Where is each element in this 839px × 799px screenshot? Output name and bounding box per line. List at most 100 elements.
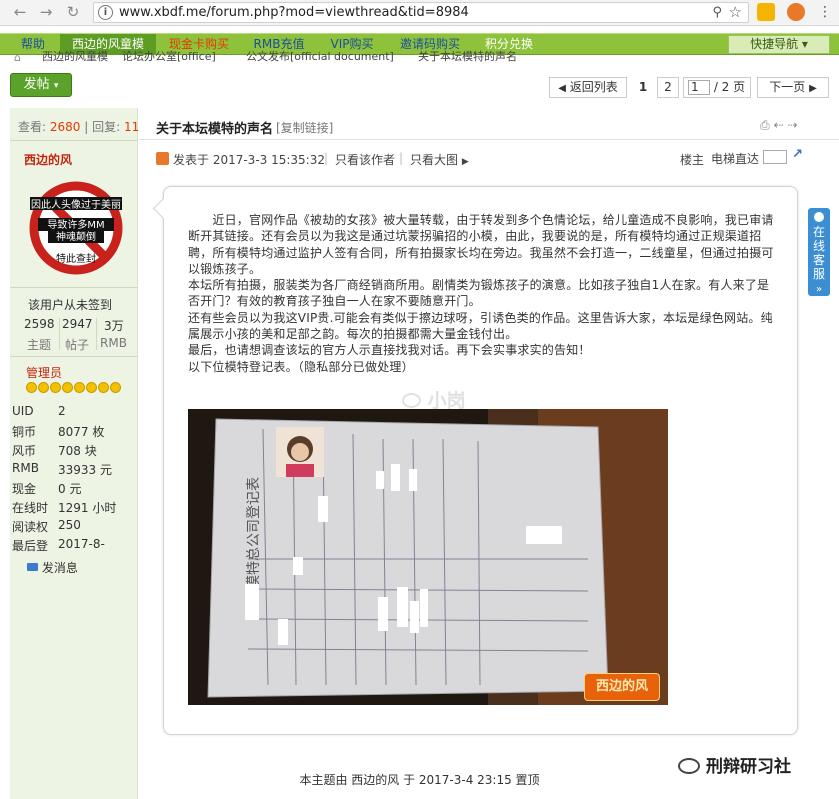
- new-post-button[interactable]: 发帖 ▾: [10, 73, 72, 97]
- bookmark-star-icon[interactable]: ☆: [729, 3, 742, 21]
- avatar-line-3: 神魂颠倒: [56, 230, 96, 243]
- address-bar[interactable]: i www.xbdf.me/forum.php?mod=viewthread&t…: [93, 2, 749, 23]
- detail-label: 在线时: [12, 501, 49, 515]
- replies-label: 回复:: [92, 120, 121, 134]
- detail-label: UID: [12, 404, 34, 418]
- back-to-list-button[interactable]: ◀ 返回列表: [549, 77, 627, 98]
- thread-tools: ⎙⇠⇢: [760, 118, 802, 133]
- registration-form-photo[interactable]: 模特总公司登记表 西边的风: [188, 409, 668, 705]
- big-image-link[interactable]: 只看大图 ▶: [410, 151, 469, 168]
- jump-go-icon[interactable]: ↗: [792, 147, 803, 162]
- detail-label: 阅读权: [12, 520, 49, 534]
- detail-value: 250: [58, 518, 81, 532]
- replies-count: 11: [123, 120, 140, 134]
- checkin-status: 该用户从未签到: [28, 298, 113, 312]
- page-total: / 2 页: [713, 80, 746, 94]
- rank-sun-icon: [62, 382, 73, 393]
- detail-value: 33933 元: [58, 463, 112, 477]
- divider: [59, 318, 60, 350]
- divider: [10, 140, 138, 141]
- rank-sun-icon: [110, 382, 121, 393]
- detail-label: RMB: [12, 461, 39, 475]
- detail-value: 2: [58, 404, 66, 418]
- stat-posts-value[interactable]: 2947: [62, 317, 93, 331]
- form-photo-svg: 模特总公司登记表: [188, 409, 668, 705]
- info-icon[interactable]: i: [98, 5, 113, 20]
- divider: [96, 318, 97, 350]
- divider: [10, 356, 138, 357]
- next-thread-icon[interactable]: ⇢: [788, 118, 802, 132]
- rank-sun-icon: [50, 382, 61, 393]
- copy-link[interactable]: [复制链接]: [276, 119, 333, 136]
- breadcrumb-doc[interactable]: 公文发布[official document]: [246, 48, 394, 62]
- stat-posts-label: 帖子: [65, 338, 90, 352]
- rank-sun-icon: [98, 382, 109, 393]
- online-service-tab[interactable]: 在线客服 »: [808, 208, 830, 296]
- detail-value: 0 元: [58, 482, 82, 496]
- form-title: 模特总公司登记表: [246, 477, 262, 589]
- stat-rmb-label: RMB: [100, 336, 127, 350]
- detail-label: 铜币: [12, 425, 37, 439]
- rank-sun-icon: [26, 382, 37, 393]
- site-logo-badge: 西边的风: [584, 673, 660, 701]
- rank-sun-icon: [86, 382, 97, 393]
- print-icon[interactable]: ⎙: [760, 118, 774, 132]
- forward-arrow-icon[interactable]: →: [36, 3, 56, 21]
- menu-icon[interactable]: ⋮: [818, 4, 832, 20]
- post-body: 近日，官网作品《被劫的女孩》被大量转载，由于转发到多个色情论坛，给儿童造成不良影…: [188, 212, 775, 375]
- browser-toolbar: ← → ↻ i www.xbdf.me/forum.php?mod=viewth…: [0, 0, 839, 26]
- page-jump[interactable]: 1 / 2 页: [683, 77, 751, 98]
- breadcrumb-office[interactable]: 论坛办公室[office]: [122, 48, 216, 62]
- send-message-link[interactable]: 发消息: [27, 559, 78, 576]
- home-icon[interactable]: ⌂: [14, 51, 21, 62]
- detail-value: 708 块: [58, 444, 97, 458]
- page-2[interactable]: 2: [657, 77, 679, 98]
- next-page-button[interactable]: 下一页 ▶: [757, 77, 829, 98]
- post-date: 发表于 2017-3-3 15:35:32: [173, 153, 325, 167]
- envelope-icon: [27, 563, 38, 571]
- wechat-icon: [678, 758, 700, 774]
- post-paragraph: 近日，官网作品《被劫的女孩》被大量转载，由于转发到多个色情论坛，给儿童造成不良影…: [188, 213, 774, 276]
- thread-stats: 查看: 2680 | 回复: 11: [18, 120, 140, 134]
- views-count: 2680: [49, 120, 81, 134]
- meta-divider: |: [399, 151, 404, 165]
- page-input[interactable]: 1: [688, 80, 710, 95]
- post-paragraph: 还有些会员以为我这VIP贵.可能会有类似于擦边球呀，引诱色类的作品。这里告诉大家…: [188, 310, 773, 342]
- views-label: 查看:: [18, 120, 47, 134]
- only-author-link[interactable]: 只看该作者: [335, 151, 395, 168]
- author-name[interactable]: 西边的风: [24, 151, 72, 168]
- online-service-label: 在线客服: [813, 225, 826, 281]
- author-role[interactable]: 管理员: [26, 364, 62, 381]
- wechat-watermark: 刑辩研习社: [678, 752, 828, 777]
- back-arrow-icon[interactable]: ←: [10, 3, 30, 21]
- post-paragraph: 本坛所有拍摄，服装类为各厂商经销商所用。剧情类为锻炼孩子的演意。比如孩子独自1人…: [188, 278, 770, 309]
- avatar-ban-icon: 因此人头像过于美丽 导致许多MM 神魂颠倒 特此查封: [29, 181, 123, 275]
- divider: [10, 287, 138, 288]
- zoom-icon[interactable]: ⚲: [712, 5, 722, 20]
- extension-tea-icon[interactable]: [787, 3, 805, 21]
- new-post-label: 发帖: [23, 77, 50, 92]
- avatar-line-4: 特此查封: [56, 252, 96, 265]
- prev-thread-icon[interactable]: ⇠: [774, 118, 788, 132]
- wechat-account-name: 刑辩研习社: [706, 757, 791, 777]
- stat-rmb-value[interactable]: 3万: [104, 317, 124, 334]
- extension-grid-icon[interactable]: [757, 3, 775, 21]
- rank-stars: [26, 382, 121, 394]
- thread-title: 关于本坛模特的声名: [156, 122, 274, 137]
- jump-label: 电梯直达: [711, 152, 760, 166]
- jump-floor-input[interactable]: [763, 150, 787, 164]
- detail-label: 风币: [12, 444, 37, 458]
- detail-label: 现金: [12, 482, 37, 496]
- page-1[interactable]: 1: [632, 77, 654, 98]
- reload-icon[interactable]: ↻: [63, 3, 83, 21]
- weibo-icon: [402, 393, 421, 408]
- meta-divider: |: [324, 151, 329, 165]
- floor-label: 楼主: [680, 153, 705, 167]
- big-image-label: 只看大图: [410, 153, 459, 167]
- avatar-line-1: 因此人头像过于美丽: [31, 198, 121, 211]
- detail-value: 1291 小时: [58, 501, 117, 515]
- stat-threads-value[interactable]: 2598: [24, 317, 55, 331]
- avatar[interactable]: 因此人头像过于美丽 导致许多MM 神魂颠倒 特此查封: [28, 180, 124, 276]
- breadcrumb-home[interactable]: 西边的风童模: [42, 48, 108, 62]
- avatar-line-2: 导致许多MM: [47, 218, 104, 231]
